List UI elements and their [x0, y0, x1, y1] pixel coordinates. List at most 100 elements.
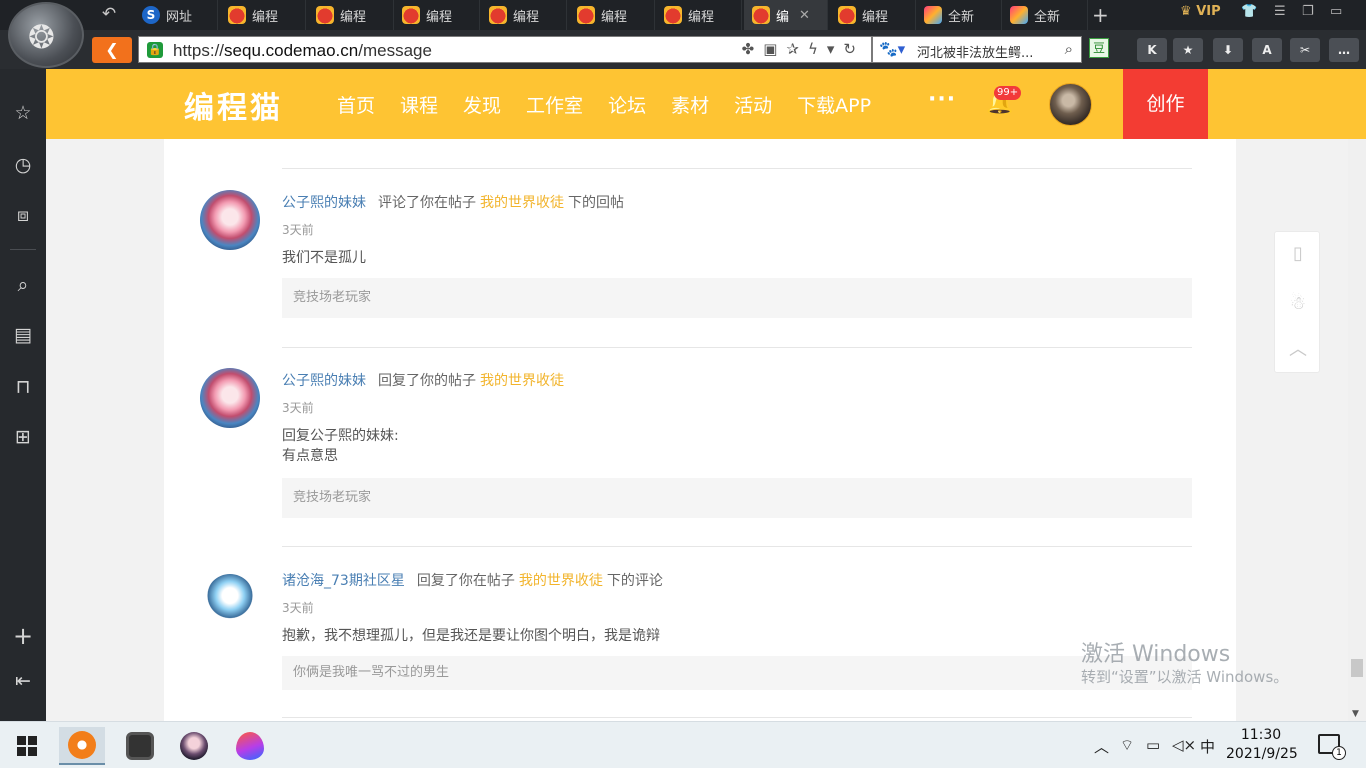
nav-events[interactable]: 活动	[734, 91, 772, 118]
tab-9[interactable]: 编程	[830, 0, 916, 30]
download-button[interactable]: ⬇	[1213, 38, 1243, 62]
tab-active[interactable]: 编 ✕	[744, 0, 828, 30]
tab-11[interactable]: 全新	[1002, 0, 1088, 30]
baidu-paw-icon: 🐾▾	[879, 40, 906, 58]
scrollbar-thumb[interactable]	[1351, 659, 1363, 677]
close-tab-icon[interactable]: ✕	[799, 8, 810, 23]
tab-10[interactable]: 全新	[916, 0, 1002, 30]
more-menu-button[interactable]: …	[1329, 38, 1359, 62]
codemao-icon	[316, 6, 334, 24]
nav-studio[interactable]: 工作室	[526, 91, 583, 118]
tab-7[interactable]: 编程	[656, 0, 742, 30]
back-to-top-icon[interactable]: ︿	[1286, 338, 1310, 362]
nav-download-app[interactable]: 下载APP	[797, 91, 871, 118]
restore-icon[interactable]: ❐	[1302, 4, 1314, 19]
menu-icon[interactable]: ☰	[1274, 4, 1286, 19]
message-user-link[interactable]: 公子熙的妹妹	[282, 373, 366, 389]
notification-center-icon[interactable]: 1	[1318, 734, 1346, 760]
collapse-sidebar-icon[interactable]: ⇤	[11, 669, 35, 693]
post-link[interactable]: 我的世界收徒	[480, 373, 564, 389]
quoted-reply[interactable]: 竞技场老玩家	[282, 278, 1192, 318]
nav-courses[interactable]: 课程	[400, 91, 438, 118]
sidebar-divider	[10, 249, 36, 250]
bookmark-star-icon[interactable]: ✰	[786, 40, 808, 58]
nav-home[interactable]: 首页	[337, 91, 375, 118]
new-tab-button[interactable]: +	[1092, 3, 1109, 27]
volume-muted-icon[interactable]: ◁×	[1172, 736, 1196, 754]
clock-date: 2021/9/25	[1226, 746, 1298, 762]
page-scrollbar[interactable]: ▼	[1348, 139, 1366, 721]
vip-badge[interactable]: ♛ VIP	[1180, 4, 1221, 19]
lightning-icon[interactable]: ϟ	[808, 40, 827, 58]
post-link[interactable]: 我的世界收徒	[519, 573, 603, 589]
quoted-reply[interactable]: 竞技场老玩家	[282, 478, 1192, 518]
search-icon[interactable]: ⌕	[1065, 40, 1073, 58]
message-time: 3天前	[282, 601, 314, 615]
search-field[interactable]: 🐾▾ 河北被非法放生鳄... ⌕	[872, 36, 1082, 63]
tab-3[interactable]: 编程	[308, 0, 394, 30]
message-user-link[interactable]: 诸沧海_73期社区星	[282, 573, 405, 589]
minimize-icon[interactable]: ▭	[1330, 4, 1342, 19]
tab-1[interactable]: S 网址	[134, 0, 218, 30]
toolbar-a-button[interactable]: A	[1252, 38, 1282, 62]
codemao-icon	[838, 6, 856, 24]
refresh-icon[interactable]: ↻	[843, 40, 865, 58]
tray-expand-icon[interactable]: ︿	[1094, 736, 1109, 757]
tab-5[interactable]: 编程	[481, 0, 567, 30]
tab-2[interactable]: 编程	[220, 0, 306, 30]
browser-logo[interactable]: ❂	[8, 2, 84, 68]
url-field[interactable]: 🔒 https://sequ.codemao.cn/message ✤▣✰ϟ▾↻	[138, 36, 872, 63]
ime-indicator[interactable]: 中	[1200, 736, 1215, 757]
news-icon[interactable]: ▤	[11, 323, 35, 347]
image-icon[interactable]: ▣	[763, 40, 786, 58]
taskbar-browser[interactable]	[59, 727, 105, 765]
back-button[interactable]: ❮	[92, 37, 132, 63]
favorites-star-button[interactable]: ★	[1173, 38, 1203, 62]
skin-icon[interactable]: 👕	[1241, 4, 1257, 19]
system-clock[interactable]: 11:30 2021/9/25	[1226, 726, 1298, 764]
quoted-reply[interactable]: 你俩是我唯一骂不过的男生	[282, 656, 1192, 690]
search-icon[interactable]: ⌕	[11, 273, 35, 297]
site-logo[interactable]: 编程猫	[184, 83, 283, 127]
scroll-down-icon[interactable]: ▼	[1352, 709, 1359, 719]
message-body: 回复公子熙的妹妹: 有点意思	[282, 428, 399, 464]
toolbox-icon[interactable]: ⧈	[11, 203, 35, 227]
scissors-button[interactable]: ✂	[1290, 38, 1320, 62]
shopping-bag-icon[interactable]: ⊓	[11, 375, 35, 399]
fan-icon[interactable]: ✤	[742, 40, 764, 58]
add-icon[interactable]: +	[11, 624, 35, 648]
toolbar-k-button[interactable]: K	[1137, 38, 1167, 62]
taskbar-anime-app[interactable]	[171, 727, 217, 765]
qq-icon[interactable]: ☃	[1286, 292, 1310, 316]
user-avatar[interactable]	[1049, 83, 1092, 126]
more-nav-icon[interactable]: ···	[928, 87, 956, 112]
codemao-icon	[402, 6, 420, 24]
undo-close-tab-icon[interactable]: ↶	[98, 4, 120, 26]
gamepad-icon[interactable]: ⊞	[11, 425, 35, 449]
wifi-icon[interactable]: ⌔	[1120, 736, 1134, 755]
nav-forum[interactable]: 论坛	[608, 91, 646, 118]
dropdown-icon[interactable]: ▾	[827, 40, 844, 58]
drop-app-icon	[236, 732, 264, 760]
history-clock-icon[interactable]: ◷	[11, 153, 35, 177]
battery-icon[interactable]: ▭	[1146, 736, 1160, 754]
anime-girl-avatar[interactable]	[200, 368, 260, 428]
taskbar-drop-app[interactable]	[227, 727, 273, 765]
nav-discover[interactable]: 发现	[463, 91, 501, 118]
post-link[interactable]: 我的世界收徒	[480, 195, 564, 211]
message-title: 公子熙的妹妹 回复了你的帖子 我的世界收徒	[282, 373, 564, 389]
notification-badge: 99+	[994, 86, 1022, 100]
favorites-star-icon[interactable]: ☆	[11, 101, 35, 125]
nav-assets[interactable]: 素材	[671, 91, 709, 118]
anime-girl-avatar[interactable]	[200, 190, 260, 250]
create-button[interactable]: 创作	[1123, 69, 1208, 139]
taskbar-audio-app[interactable]	[117, 727, 163, 765]
douban-icon[interactable]: 豆	[1089, 38, 1109, 58]
tab-4[interactable]: 编程	[394, 0, 480, 30]
mobile-icon[interactable]: ▯	[1286, 242, 1310, 266]
windows-start-icon[interactable]	[17, 736, 37, 756]
tab-6[interactable]: 编程	[569, 0, 655, 30]
main-nav: 首页 课程 发现 工作室 论坛 素材 活动 下载APP	[337, 91, 896, 118]
blue-mascot-avatar[interactable]	[200, 568, 260, 628]
message-user-link[interactable]: 公子熙的妹妹	[282, 195, 366, 211]
